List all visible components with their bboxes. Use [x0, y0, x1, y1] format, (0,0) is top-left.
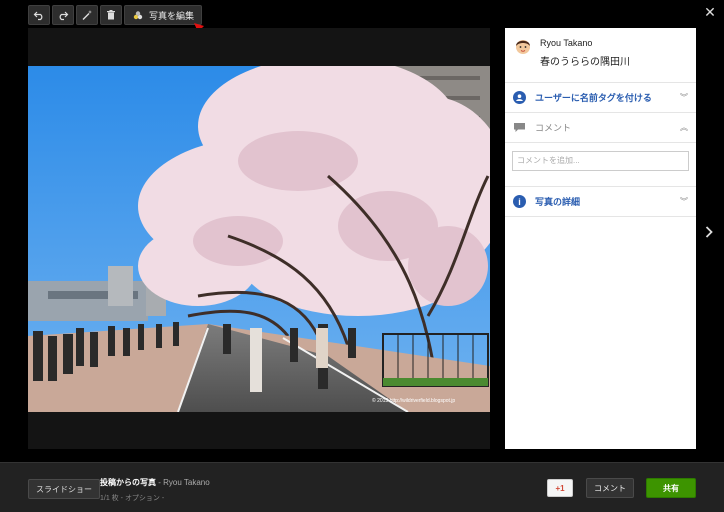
chevron-up-icon[interactable]: ︽: [680, 122, 688, 133]
comments-label: コメント: [535, 123, 572, 133]
creative-kit-icon: [133, 11, 143, 20]
undo-icon: [33, 11, 43, 21]
photo-toolbar: 写真を編集: [28, 5, 203, 25]
comments-row[interactable]: コメント ︽: [505, 113, 696, 143]
author-header: Ryou Takano 春のうららの隅田川: [505, 28, 696, 83]
photo-image[interactable]: [28, 66, 490, 412]
add-name-tag-label: ユーザーに名前タグを付ける: [535, 93, 652, 103]
album-title[interactable]: 投稿からの写真: [100, 478, 156, 487]
photo-details-label: 写真の詳細: [535, 197, 581, 207]
separator: -: [158, 478, 161, 487]
bottom-bar: スライドショー 投稿からの写真 - Ryou Takano 1/1 枚 - オプ…: [0, 462, 724, 512]
separator: -: [161, 495, 165, 502]
info-icon: i: [513, 195, 526, 208]
album-author[interactable]: Ryou Takano: [163, 478, 210, 487]
magic-wand-icon: [82, 10, 92, 20]
author-name[interactable]: Ryou Takano: [540, 38, 630, 48]
person-tag-icon: [513, 91, 526, 104]
comment-button[interactable]: コメント: [586, 478, 634, 498]
photo-watermark: © 2013 http://wildriverfield.blogspot.jp: [372, 398, 456, 404]
edit-photo-label: 写真を編集: [149, 10, 195, 21]
chevron-down-icon[interactable]: ︾: [680, 196, 688, 207]
trash-icon: [107, 10, 115, 20]
chevron-right-icon[interactable]: [702, 222, 716, 242]
album-info: 投稿からの写真 - Ryou Takano 1/1 枚 - オプション -: [100, 477, 210, 503]
add-name-tag-row[interactable]: ユーザーに名前タグを付ける ︾: [505, 83, 696, 113]
delete-button[interactable]: [100, 5, 122, 25]
comment-input[interactable]: [512, 150, 689, 171]
photo-details-row[interactable]: i 写真の詳細 ︾: [505, 187, 696, 217]
share-button[interactable]: 共有: [646, 478, 696, 498]
avatar[interactable]: [513, 37, 533, 57]
options-link[interactable]: オプション: [125, 495, 160, 502]
comment-icon: [514, 123, 525, 132]
undo-button[interactable]: [28, 5, 50, 25]
redo-icon: [59, 11, 69, 21]
auto-fix-button[interactable]: [76, 5, 98, 25]
slideshow-button[interactable]: スライドショー: [28, 479, 100, 499]
plus-one-button[interactable]: +1: [547, 479, 573, 497]
separator: -: [120, 495, 123, 502]
photo-info-panel: Ryou Takano 春のうららの隅田川 ユーザーに名前タグを付ける ︾ コメ…: [505, 28, 696, 449]
redo-button[interactable]: [52, 5, 74, 25]
comment-area: [505, 143, 696, 187]
close-icon[interactable]: ✕: [702, 4, 718, 20]
photo-title: 春のうららの隅田川: [540, 57, 630, 68]
chevron-down-icon[interactable]: ︾: [680, 92, 688, 103]
photo-count: 1/1 枚: [100, 495, 119, 502]
